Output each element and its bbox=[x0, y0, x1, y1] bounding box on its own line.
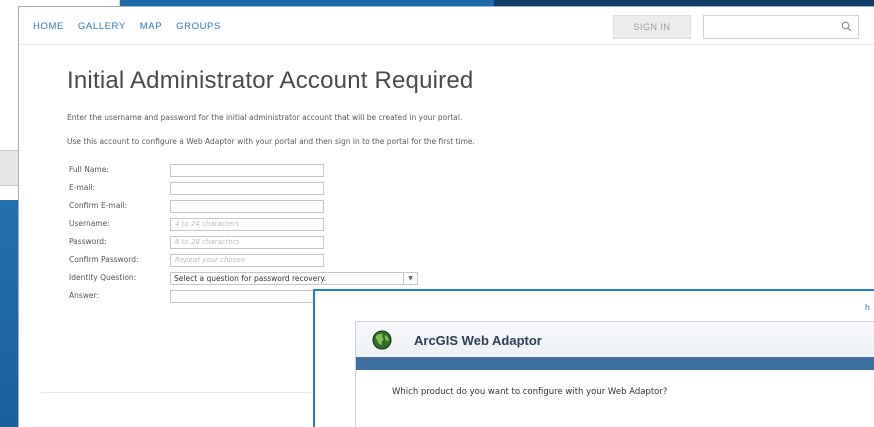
confirm-email-label: Confirm E-mail: bbox=[69, 201, 127, 210]
intro-text-2: Use this account to configure a Web Adap… bbox=[67, 137, 475, 146]
nav-map-link[interactable]: MAP bbox=[140, 21, 162, 32]
web-adaptor-title: ArcGIS Web Adaptor bbox=[414, 333, 542, 348]
web-adaptor-question: Which product do you want to configure w… bbox=[392, 387, 668, 397]
web-adaptor-header: ArcGIS Web Adaptor bbox=[356, 322, 874, 357]
identity-question-label: Identity Question: bbox=[69, 273, 137, 282]
username-label: Username: bbox=[69, 219, 110, 228]
nav-home-link[interactable]: HOME bbox=[33, 21, 64, 32]
sign-in-button[interactable]: SIGN IN bbox=[613, 15, 691, 39]
web-adaptor-header-band bbox=[356, 357, 874, 370]
nav-groups-link[interactable]: GROUPS bbox=[176, 21, 221, 32]
email-field[interactable] bbox=[170, 182, 324, 195]
intro-text-1: Enter the username and password for the … bbox=[67, 113, 463, 122]
answer-field[interactable] bbox=[170, 290, 314, 303]
top-navigation-bar: HOME GALLERY MAP GROUPS SIGN IN bbox=[19, 7, 874, 45]
search-icon[interactable] bbox=[841, 21, 852, 32]
nav-gallery-link[interactable]: GALLERY bbox=[78, 21, 126, 32]
confirm-password-field[interactable]: Repeat your chosen bbox=[170, 254, 324, 267]
web-adaptor-window: h ArcGIS Web Adaptor Which product do yo… bbox=[313, 289, 874, 427]
email-label: E-mail: bbox=[69, 183, 96, 192]
globe-icon bbox=[372, 330, 392, 350]
nav-links: HOME GALLERY MAP GROUPS bbox=[33, 21, 221, 32]
web-adaptor-panel: ArcGIS Web Adaptor Which product do you … bbox=[355, 321, 874, 427]
username-field[interactable]: 4 to 24 characters bbox=[170, 218, 324, 231]
confirm-email-field[interactable] bbox=[170, 200, 324, 213]
answer-label: Answer: bbox=[69, 291, 100, 300]
page-title: Initial Administrator Account Required bbox=[67, 67, 474, 94]
password-label: Password: bbox=[69, 237, 107, 246]
identity-question-value: Select a question for password recovery. bbox=[174, 274, 327, 283]
password-field[interactable]: 8 to 28 characters bbox=[170, 236, 324, 249]
chevron-down-icon[interactable]: ▼ bbox=[403, 273, 417, 284]
window-corner-glyph: h bbox=[864, 303, 870, 312]
search-input[interactable] bbox=[703, 15, 859, 39]
full-name-label: Full Name: bbox=[69, 165, 109, 174]
full-name-field[interactable] bbox=[170, 164, 324, 177]
confirm-password-label: Confirm Password: bbox=[69, 255, 139, 264]
identity-question-select[interactable]: Select a question for password recovery.… bbox=[170, 272, 418, 285]
divider bbox=[41, 392, 311, 393]
